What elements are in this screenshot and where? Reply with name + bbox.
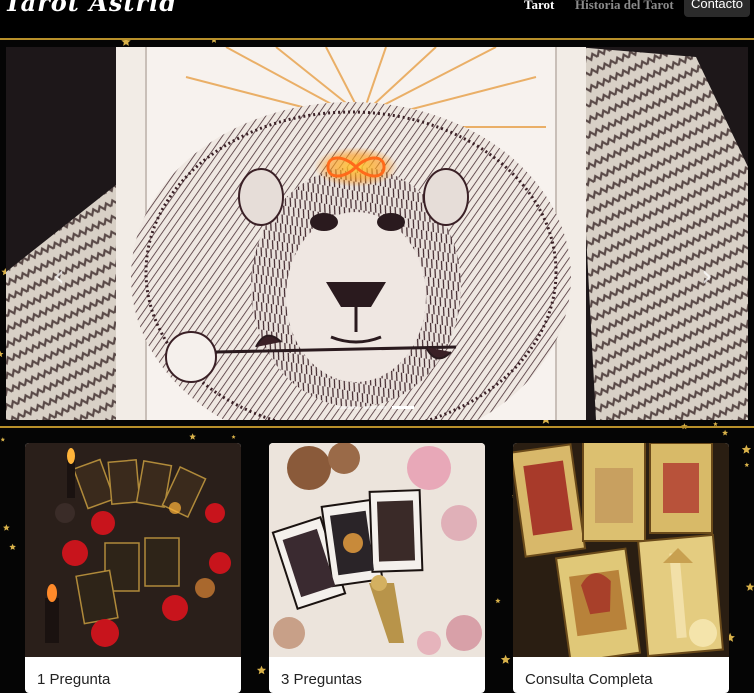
flowers-tarot-image	[269, 443, 485, 657]
card-consulta-completa[interactable]: Consulta Completa	[513, 443, 729, 693]
brand-logo[interactable]: Tarot Astrid	[4, 0, 177, 17]
nav-contact-button[interactable]: Contacto	[684, 0, 750, 17]
hero-carousel[interactable]: ‹ ›	[6, 47, 748, 420]
carousel-prev-icon[interactable]: ‹	[44, 257, 74, 297]
navbar: Tarot Astrid Tarot Historia del Tarot Co…	[0, 0, 754, 40]
nav-link-historia-del-tarot[interactable]: Historia del Tarot	[575, 0, 674, 13]
lion-tarot-card-image	[6, 47, 748, 420]
carousel-indicator-3[interactable]	[392, 406, 414, 409]
card-title: 1 Pregunta	[37, 671, 111, 688]
card-1-pregunta[interactable]: 1 Pregunta	[25, 443, 241, 693]
card-3-preguntas[interactable]: 3 Preguntas	[269, 443, 485, 693]
marseille-tarot-image	[513, 443, 729, 657]
carousel-indicator-2[interactable]	[364, 406, 386, 409]
candles-tarot-image	[25, 443, 241, 657]
gold-divider	[0, 426, 754, 428]
card-title: 3 Preguntas	[281, 671, 362, 688]
carousel-indicator-1[interactable]	[336, 406, 358, 409]
nav-link-tarot[interactable]: Tarot	[524, 0, 554, 13]
carousel-next-icon[interactable]: ›	[692, 257, 722, 297]
card-title: Consulta Completa	[525, 671, 653, 688]
